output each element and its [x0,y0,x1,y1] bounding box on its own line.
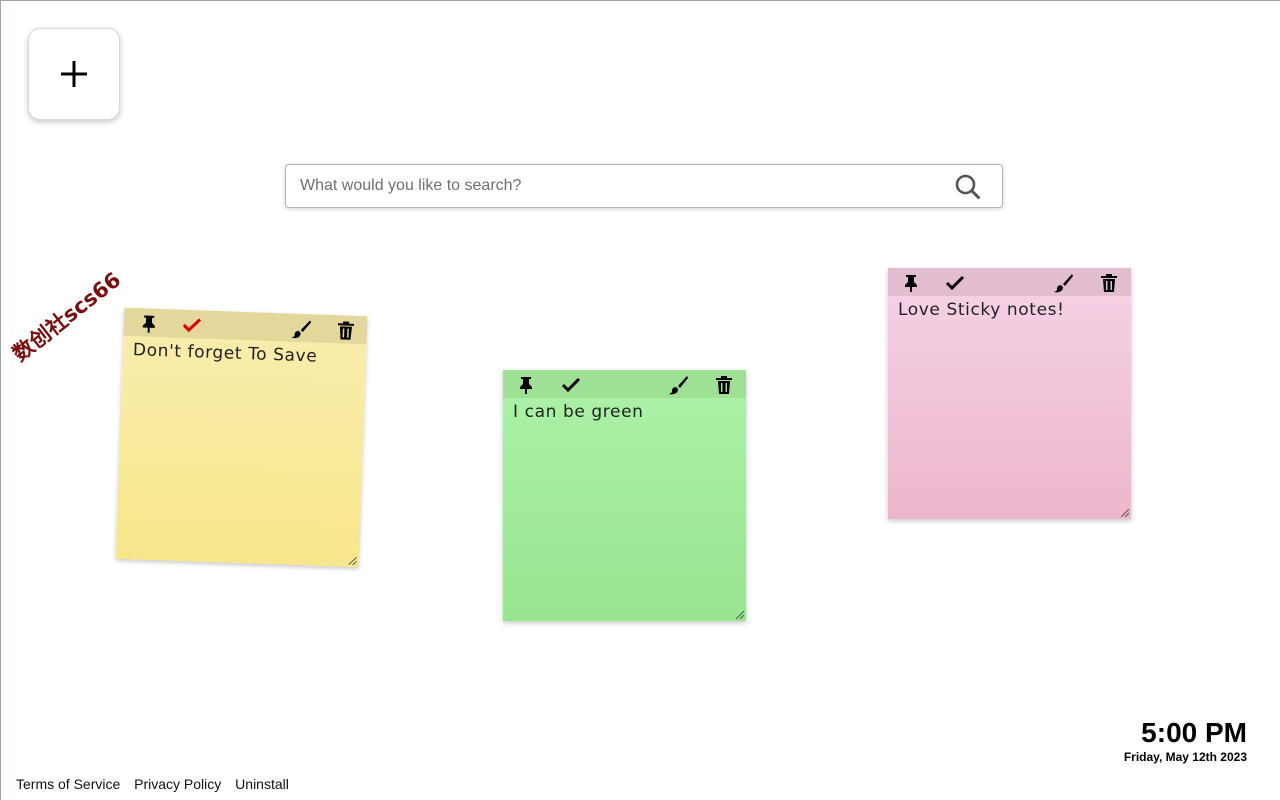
clock-time: 5:00 PM [1141,717,1247,748]
uninstall-link[interactable]: Uninstall [235,776,289,792]
note-text[interactable]: I can be green [513,402,736,422]
brush-icon[interactable] [291,319,312,340]
footer-links: Terms of Service Privacy Policy Uninstal… [16,776,299,792]
search-icon[interactable] [954,173,982,201]
note-toolbar [123,307,368,345]
sticky-note[interactable]: I can be green [503,370,746,621]
privacy-policy-link[interactable]: Privacy Policy [134,776,221,792]
resize-handle[interactable] [348,556,357,566]
note-toolbar [888,268,1131,296]
plus-icon [61,61,87,87]
terms-of-service-link[interactable]: Terms of Service [16,776,120,792]
check-icon[interactable] [945,273,965,293]
check-icon[interactable] [182,315,203,336]
note-text[interactable]: Love Sticky notes! [898,300,1121,320]
trash-icon[interactable] [335,320,356,341]
resize-handle[interactable] [1121,509,1129,517]
resize-handle[interactable] [736,611,744,619]
watermark: 数创社scs66 [8,267,126,367]
add-note-button[interactable] [28,28,120,120]
search-input[interactable] [286,165,926,207]
pin-icon[interactable] [516,375,536,395]
brush-icon[interactable] [669,375,689,395]
trash-icon[interactable] [1099,273,1119,293]
sticky-note[interactable]: Love Sticky notes! [888,268,1131,519]
note-text[interactable]: Don't forget To Save [133,340,357,368]
sticky-note[interactable]: Don't forget To Save [115,307,368,568]
check-icon[interactable] [561,375,581,395]
clock-date: Friday, May 12th 2023 [1123,750,1247,764]
search-bar [285,164,1003,208]
brush-icon[interactable] [1054,273,1074,293]
pin-icon[interactable] [901,273,921,293]
pin-icon[interactable] [139,313,160,334]
note-toolbar [503,370,746,398]
clock-widget: 5:00 PM Friday, May 12th 2023 [1124,717,1247,765]
trash-icon[interactable] [714,375,734,395]
